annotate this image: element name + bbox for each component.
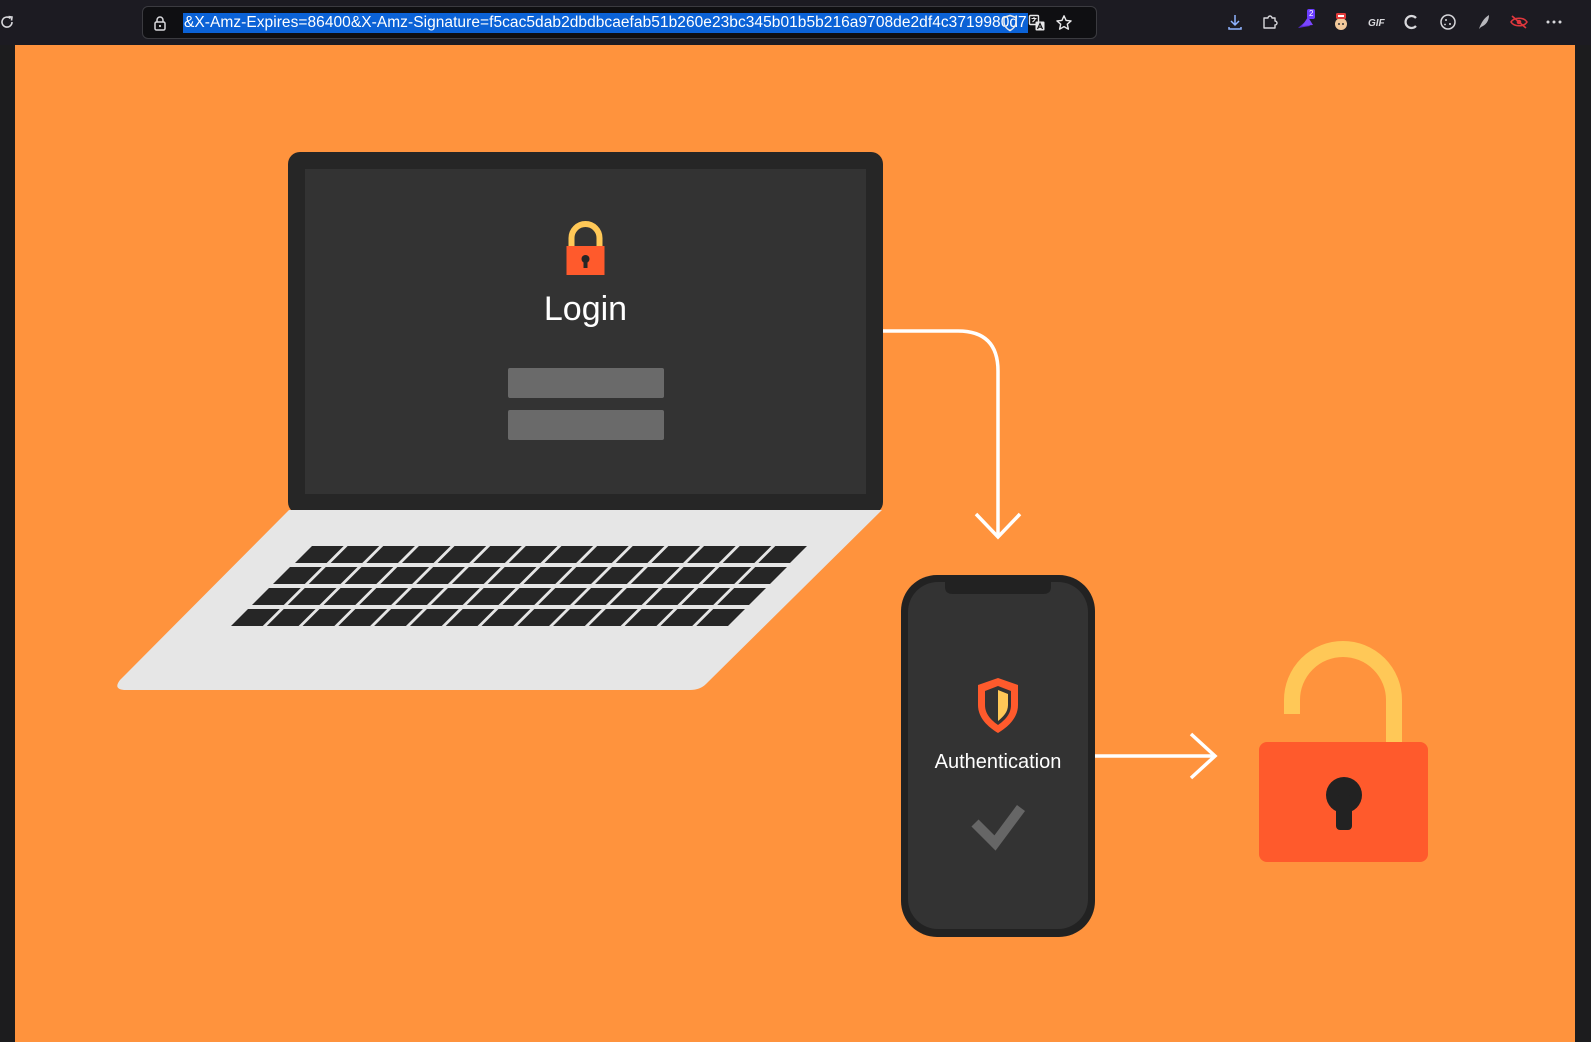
laptop (117, 152, 883, 690)
extension-c-icon[interactable] (1401, 11, 1423, 33)
hidden-eye-icon[interactable] (1508, 11, 1530, 33)
more-icon[interactable] (1543, 11, 1565, 33)
lock-icon[interactable] (149, 12, 171, 34)
authentication-title: Authentication (935, 751, 1062, 773)
extension-mascot-icon[interactable] (1330, 11, 1352, 33)
star-icon[interactable] (1053, 12, 1075, 34)
svg-text:GIF: GIF (1368, 18, 1386, 29)
arrow-right-icon (1095, 732, 1218, 780)
password-field (508, 410, 664, 440)
translate-icon[interactable] (1026, 12, 1048, 34)
image-viewer: Login Authentication (15, 45, 1575, 1042)
extension-badge: 2 (1307, 9, 1316, 19)
shield-icon[interactable] (999, 12, 1021, 34)
arrow-down-icon (883, 329, 1022, 540)
page-scrollbar[interactable] (1575, 45, 1591, 1042)
extension-feather-icon[interactable] (1473, 11, 1495, 33)
browser-toolbar: &X-Amz-Expires=86400&X-Amz-Signature=f5c… (0, 0, 1591, 45)
reload-icon[interactable] (0, 11, 18, 33)
extension-gif-icon[interactable]: GIF (1366, 11, 1388, 33)
url-text[interactable]: &X-Amz-Expires=86400&X-Amz-Signature=f5c… (183, 13, 1028, 33)
puzzle-icon[interactable] (1259, 11, 1281, 33)
login-title: Login (544, 290, 627, 328)
username-field (508, 368, 664, 398)
address-bar[interactable]: &X-Amz-Expires=86400&X-Amz-Signature=f5c… (142, 6, 1097, 39)
extension-wizard-icon[interactable]: 2 (1295, 9, 1317, 33)
cookie-icon[interactable] (1437, 11, 1459, 33)
unlocked-padlock-icon (1259, 641, 1428, 862)
authentication-illustration: Login Authentication (117, 152, 1428, 937)
download-icon[interactable] (1224, 11, 1246, 33)
